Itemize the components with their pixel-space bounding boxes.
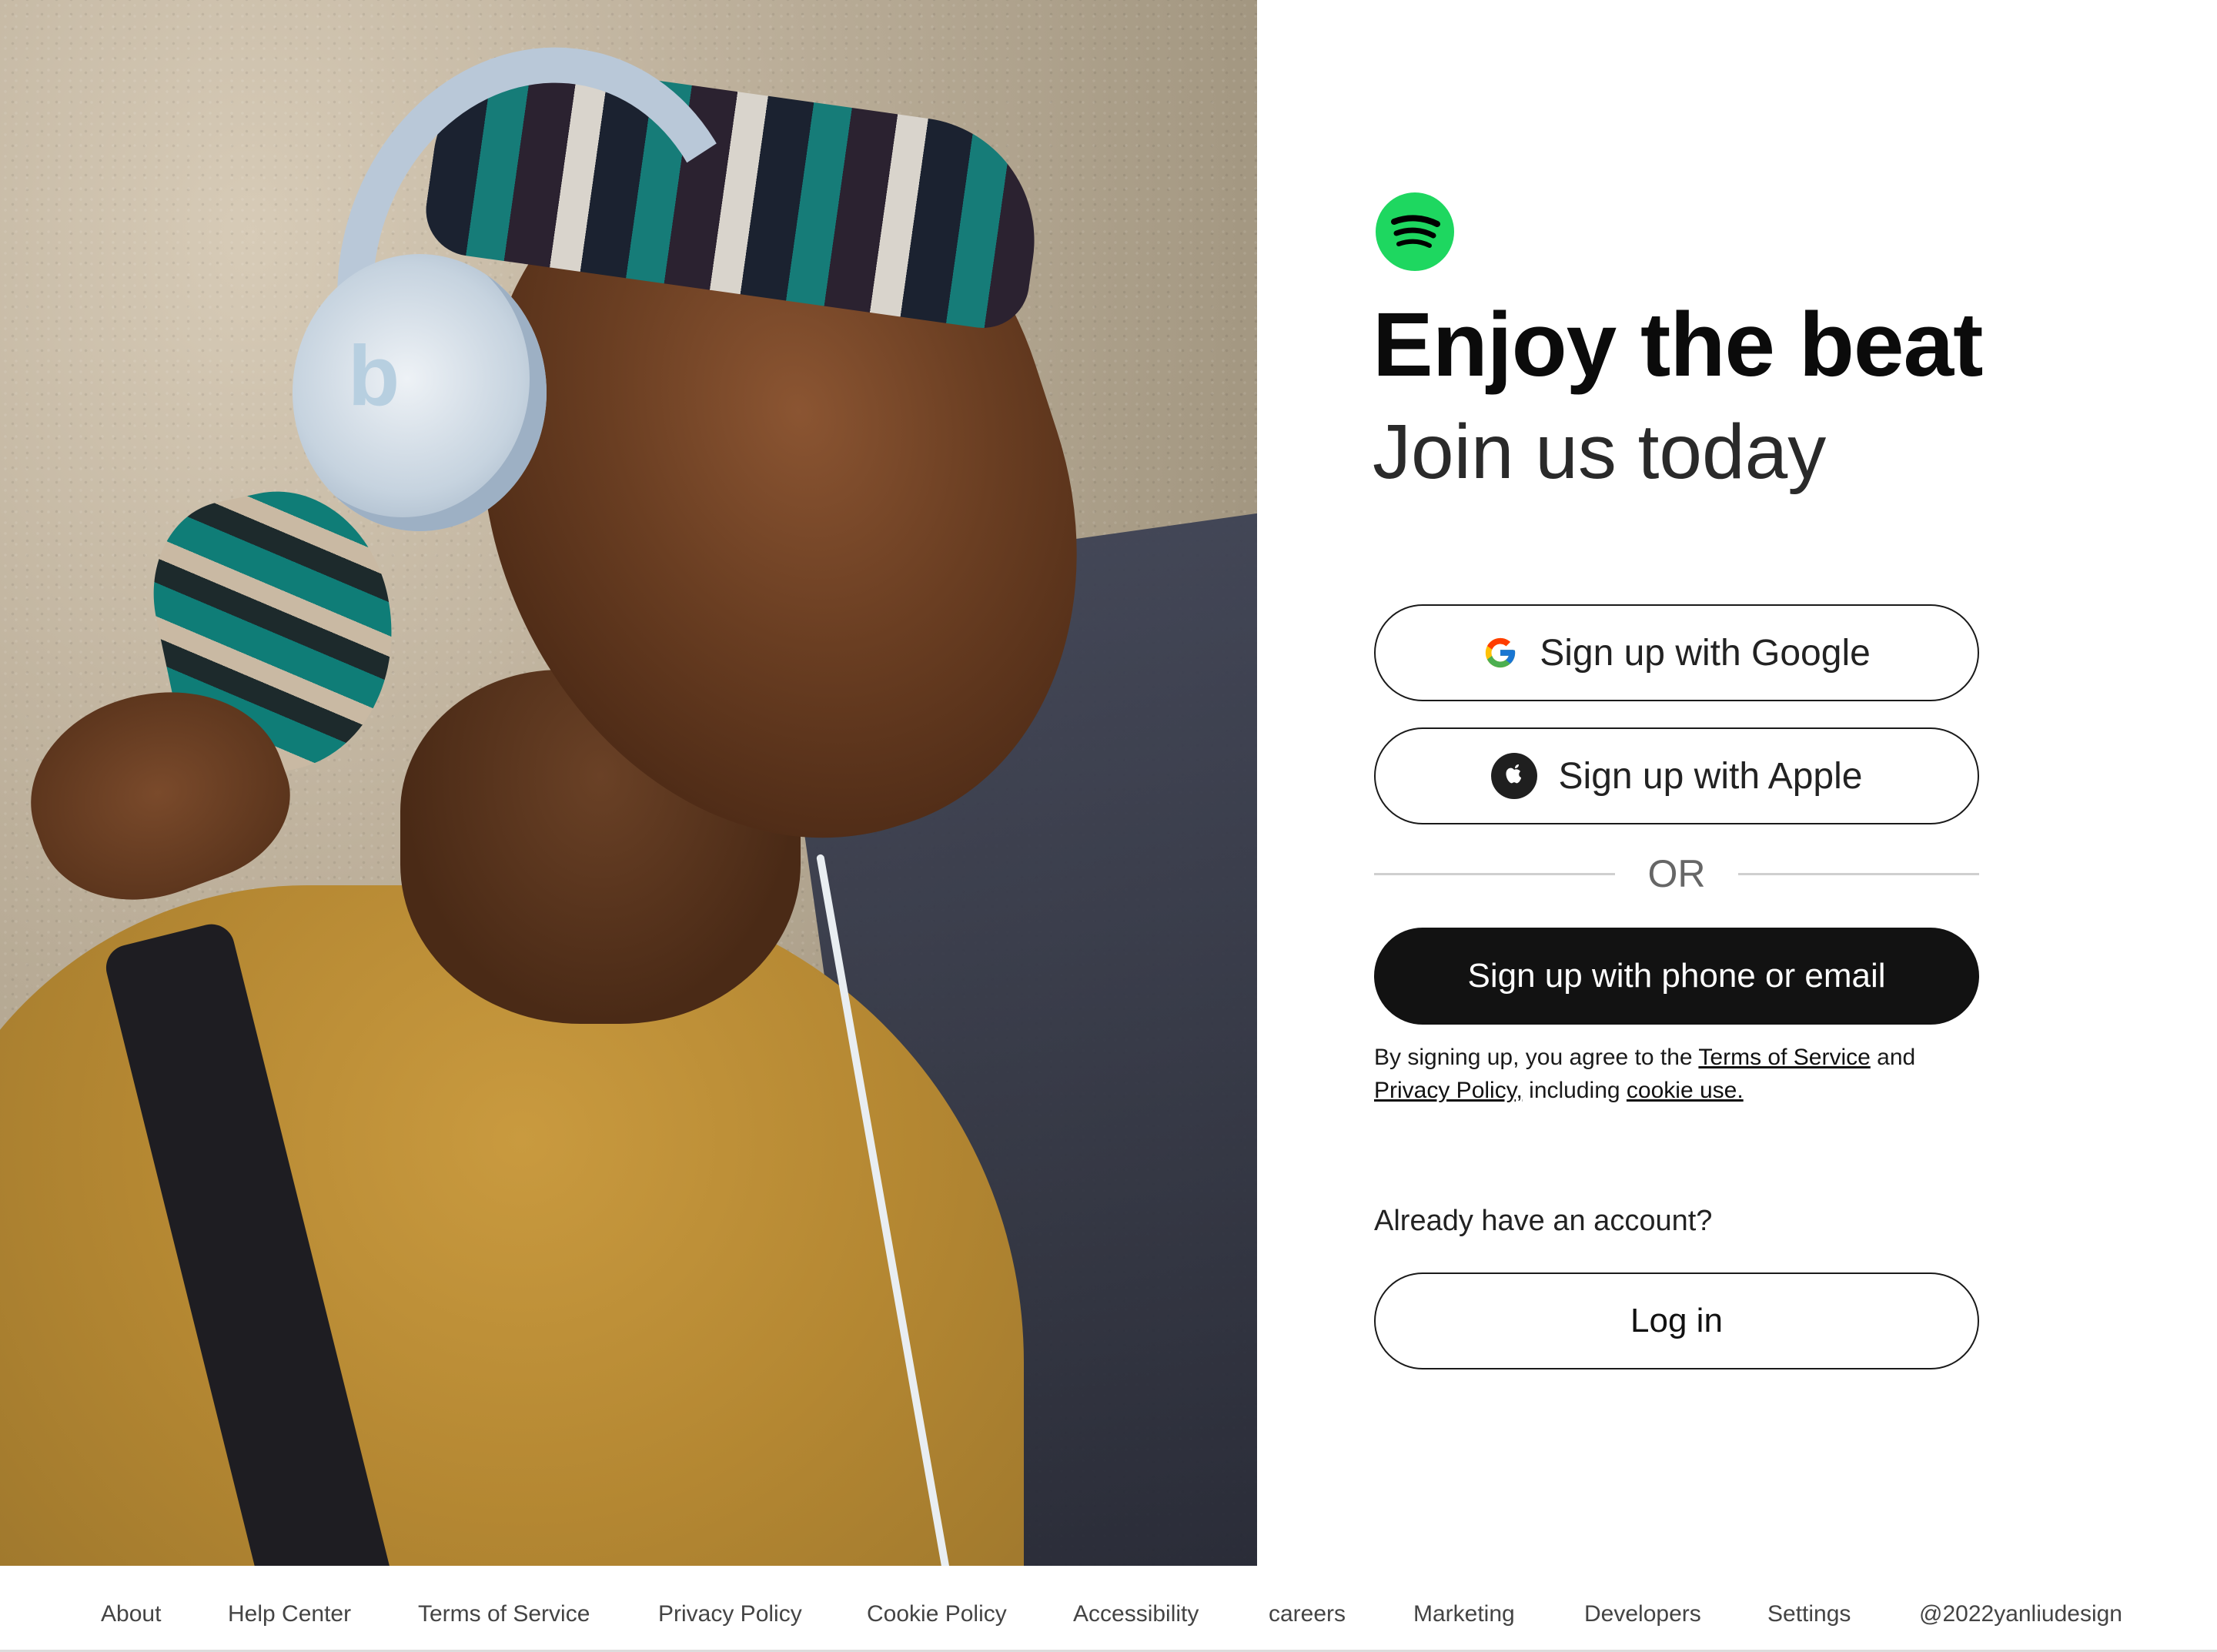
page-title: Enjoy the beat	[1373, 294, 1983, 396]
terms-notice: By signing up, you agree to the Terms of…	[1374, 1041, 2005, 1107]
footer-link-careers[interactable]: careers	[1269, 1601, 1346, 1627]
apple-signup-label: Sign up with Apple	[1558, 755, 1863, 797]
footer-link-developers[interactable]: Developers	[1584, 1601, 1701, 1627]
login-label: Log in	[1630, 1302, 1723, 1339]
terms-and: and	[1870, 1045, 1916, 1070]
footer-copyright[interactable]: @2022yanliudesign	[1919, 1601, 2122, 1627]
apple-icon	[1490, 753, 1537, 799]
phone-email-signup-button[interactable]: Sign up with phone or email	[1374, 928, 1979, 1025]
headphone-logo: b	[348, 329, 400, 423]
apple-signup-button[interactable]: Sign up with Apple	[1374, 727, 1979, 824]
cookie-use-link[interactable]: cookie use.	[1627, 1078, 1744, 1103]
login-button[interactable]: Log in	[1374, 1272, 1979, 1369]
or-divider: OR	[1374, 851, 1979, 897]
hero-photo: b	[0, 0, 1257, 1566]
or-label: OR	[1647, 852, 1706, 895]
spotify-logo-icon	[1376, 192, 1454, 271]
divider-line-right	[1738, 872, 1979, 875]
phone-email-signup-label: Sign up with phone or email	[1467, 957, 1886, 995]
footer-link-settings[interactable]: Settings	[1767, 1601, 1851, 1627]
footer-link-cookie-policy[interactable]: Cookie Policy	[867, 1601, 1007, 1627]
footer-link-about[interactable]: About	[101, 1601, 161, 1627]
page-subtitle: Join us today	[1373, 409, 1827, 495]
divider-line-left	[1374, 872, 1615, 875]
headphone-cup	[293, 254, 547, 531]
footer: About Help Center Terms of Service Priva…	[0, 1566, 2217, 1652]
footer-link-marketing[interactable]: Marketing	[1413, 1601, 1515, 1627]
terms-prefix: By signing up, you agree to the	[1374, 1045, 1699, 1070]
footer-link-help-center[interactable]: Help Center	[228, 1601, 351, 1627]
privacy-policy-link[interactable]: Privacy Policy,	[1374, 1078, 1523, 1103]
terms-including: including	[1522, 1078, 1627, 1103]
footer-link-accessibility[interactable]: Accessibility	[1073, 1601, 1199, 1627]
google-signup-button[interactable]: Sign up with Google	[1374, 604, 1979, 701]
google-signup-label: Sign up with Google	[1540, 632, 1871, 674]
google-icon	[1483, 635, 1518, 670]
already-have-account-text: Already have an account?	[1374, 1205, 1713, 1237]
footer-link-privacy-policy[interactable]: Privacy Policy	[658, 1601, 802, 1627]
terms-of-service-link[interactable]: Terms of Service	[1698, 1045, 1870, 1070]
footer-link-terms-of-service[interactable]: Terms of Service	[418, 1601, 590, 1627]
